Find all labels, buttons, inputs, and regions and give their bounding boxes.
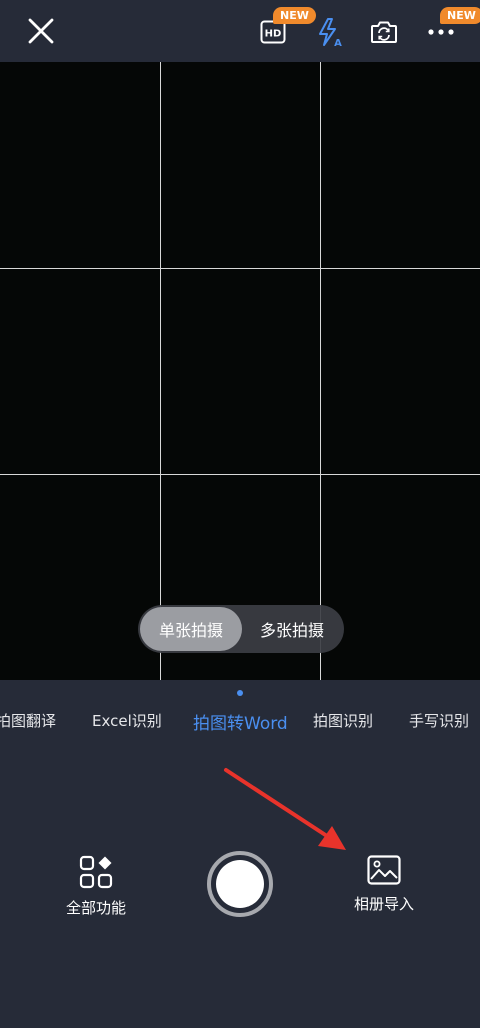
- multi-shot-option[interactable]: 多张拍摄: [242, 607, 342, 651]
- flash-button[interactable]: A: [312, 14, 348, 50]
- camera-viewfinder[interactable]: 单张拍摄 多张拍摄: [0, 62, 480, 680]
- active-mode-indicator: [237, 690, 243, 696]
- all-features-label: 全部功能: [65, 899, 126, 917]
- album-import-label: 相册导入: [353, 895, 414, 913]
- camera-switch-button[interactable]: [366, 14, 402, 50]
- mode-selector: 拍图翻译 Excel识别 拍图转Word 拍图识别 手写识别: [0, 680, 480, 760]
- apps-icon: [79, 855, 113, 889]
- all-features-button[interactable]: 全部功能: [56, 855, 136, 918]
- mode-photo-to-word[interactable]: 拍图转Word: [193, 709, 288, 734]
- more-new-badge: NEW: [440, 7, 480, 24]
- shutter-button-core: [216, 860, 264, 908]
- album-import-button[interactable]: 相册导入: [340, 855, 428, 914]
- svg-text:A: A: [334, 38, 342, 47]
- capture-mode-toggle: 单张拍摄 多张拍摄: [138, 605, 344, 653]
- svg-text:HD: HD: [265, 29, 282, 40]
- image-icon: [367, 855, 401, 885]
- mode-excel-recognition[interactable]: Excel识别: [92, 710, 162, 731]
- close-icon: [28, 18, 54, 44]
- camera-switch-icon: [371, 21, 397, 43]
- mode-photo-translate[interactable]: 拍图翻译: [0, 710, 56, 731]
- grid-line: [0, 268, 480, 269]
- hd-new-badge: NEW: [273, 7, 316, 24]
- shutter-button[interactable]: [207, 851, 273, 917]
- grid-line: [0, 474, 480, 475]
- mode-handwriting-recognition[interactable]: 手写识别: [409, 710, 469, 731]
- close-button[interactable]: [22, 12, 60, 50]
- camera-screen: HD NEW A NEW 单张拍摄 多张拍摄 拍图翻译 Excel识别 拍图转W…: [0, 0, 480, 1028]
- top-bar: HD NEW A NEW: [0, 0, 480, 62]
- single-shot-option[interactable]: 单张拍摄: [140, 607, 242, 651]
- flash-auto-icon: A: [319, 18, 342, 47]
- grid-line: [320, 62, 321, 680]
- mode-photo-recognition[interactable]: 拍图识别: [313, 710, 373, 731]
- grid-line: [160, 62, 161, 680]
- bottom-controls: 全部功能 相册导入: [0, 760, 480, 1028]
- more-icon: [428, 29, 454, 35]
